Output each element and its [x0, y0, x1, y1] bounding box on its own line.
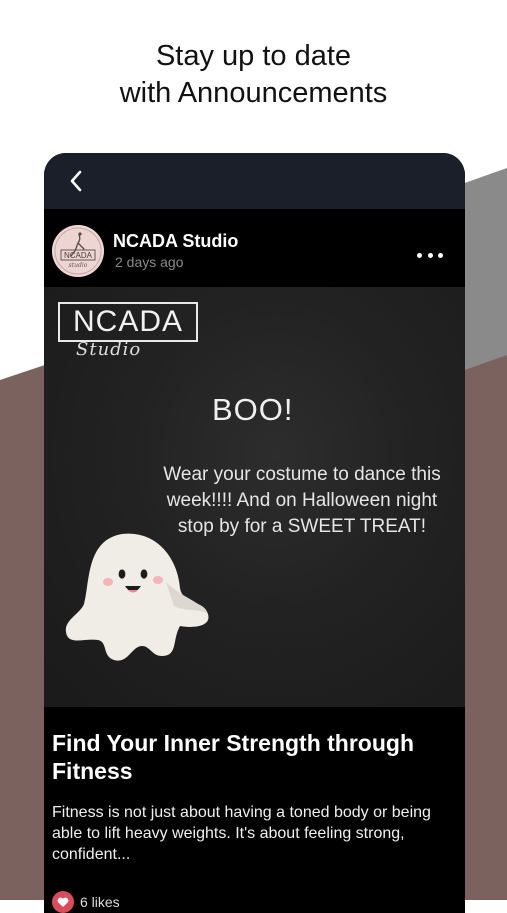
headline-line2: with Announcements	[119, 77, 388, 109]
svg-text:studio: studio	[69, 262, 88, 269]
heart-icon[interactable]	[52, 891, 74, 913]
image-logo-script: Studio	[76, 339, 142, 360]
more-dot	[427, 252, 433, 258]
top-bar	[44, 153, 465, 209]
image-boo-text: BOO!	[212, 392, 294, 427]
more-dot	[438, 252, 443, 258]
post-image[interactable]: NCADA Studio BOO! Wear your costume to d…	[44, 287, 465, 707]
post-author[interactable]: NCADA Studio	[113, 231, 238, 252]
post-header: NCADA studio NCADA Studio 2 days ago	[44, 209, 465, 287]
likes-row[interactable]: 6 likes	[52, 891, 457, 913]
avatar[interactable]: NCADA studio	[52, 225, 104, 277]
svg-text:NCADA: NCADA	[64, 251, 93, 260]
phone-screen: NCADA studio NCADA Studio 2 days ago NCA…	[44, 153, 465, 913]
back-chevron-icon	[70, 170, 82, 192]
headline: Stay up to date with Announcements	[0, 38, 507, 112]
post-excerpt[interactable]: Fitness is not just about having a toned…	[52, 802, 457, 865]
ncada-logo: NCADA studio	[52, 225, 104, 277]
image-logo: NCADA	[58, 302, 198, 342]
ghost-illustration	[65, 533, 209, 661]
more-dots-icon	[417, 252, 422, 258]
headline-line1: Stay up to date	[155, 40, 352, 72]
post-title[interactable]: Find Your Inner Strength through Fitness	[52, 729, 457, 785]
post-timestamp: 2 days ago	[115, 254, 184, 270]
post-body: Find Your Inner Strength through Fitness…	[44, 707, 465, 913]
likes-count: 6 likes	[80, 894, 120, 910]
back-button[interactable]	[62, 167, 90, 195]
more-options-button[interactable]	[417, 247, 443, 263]
